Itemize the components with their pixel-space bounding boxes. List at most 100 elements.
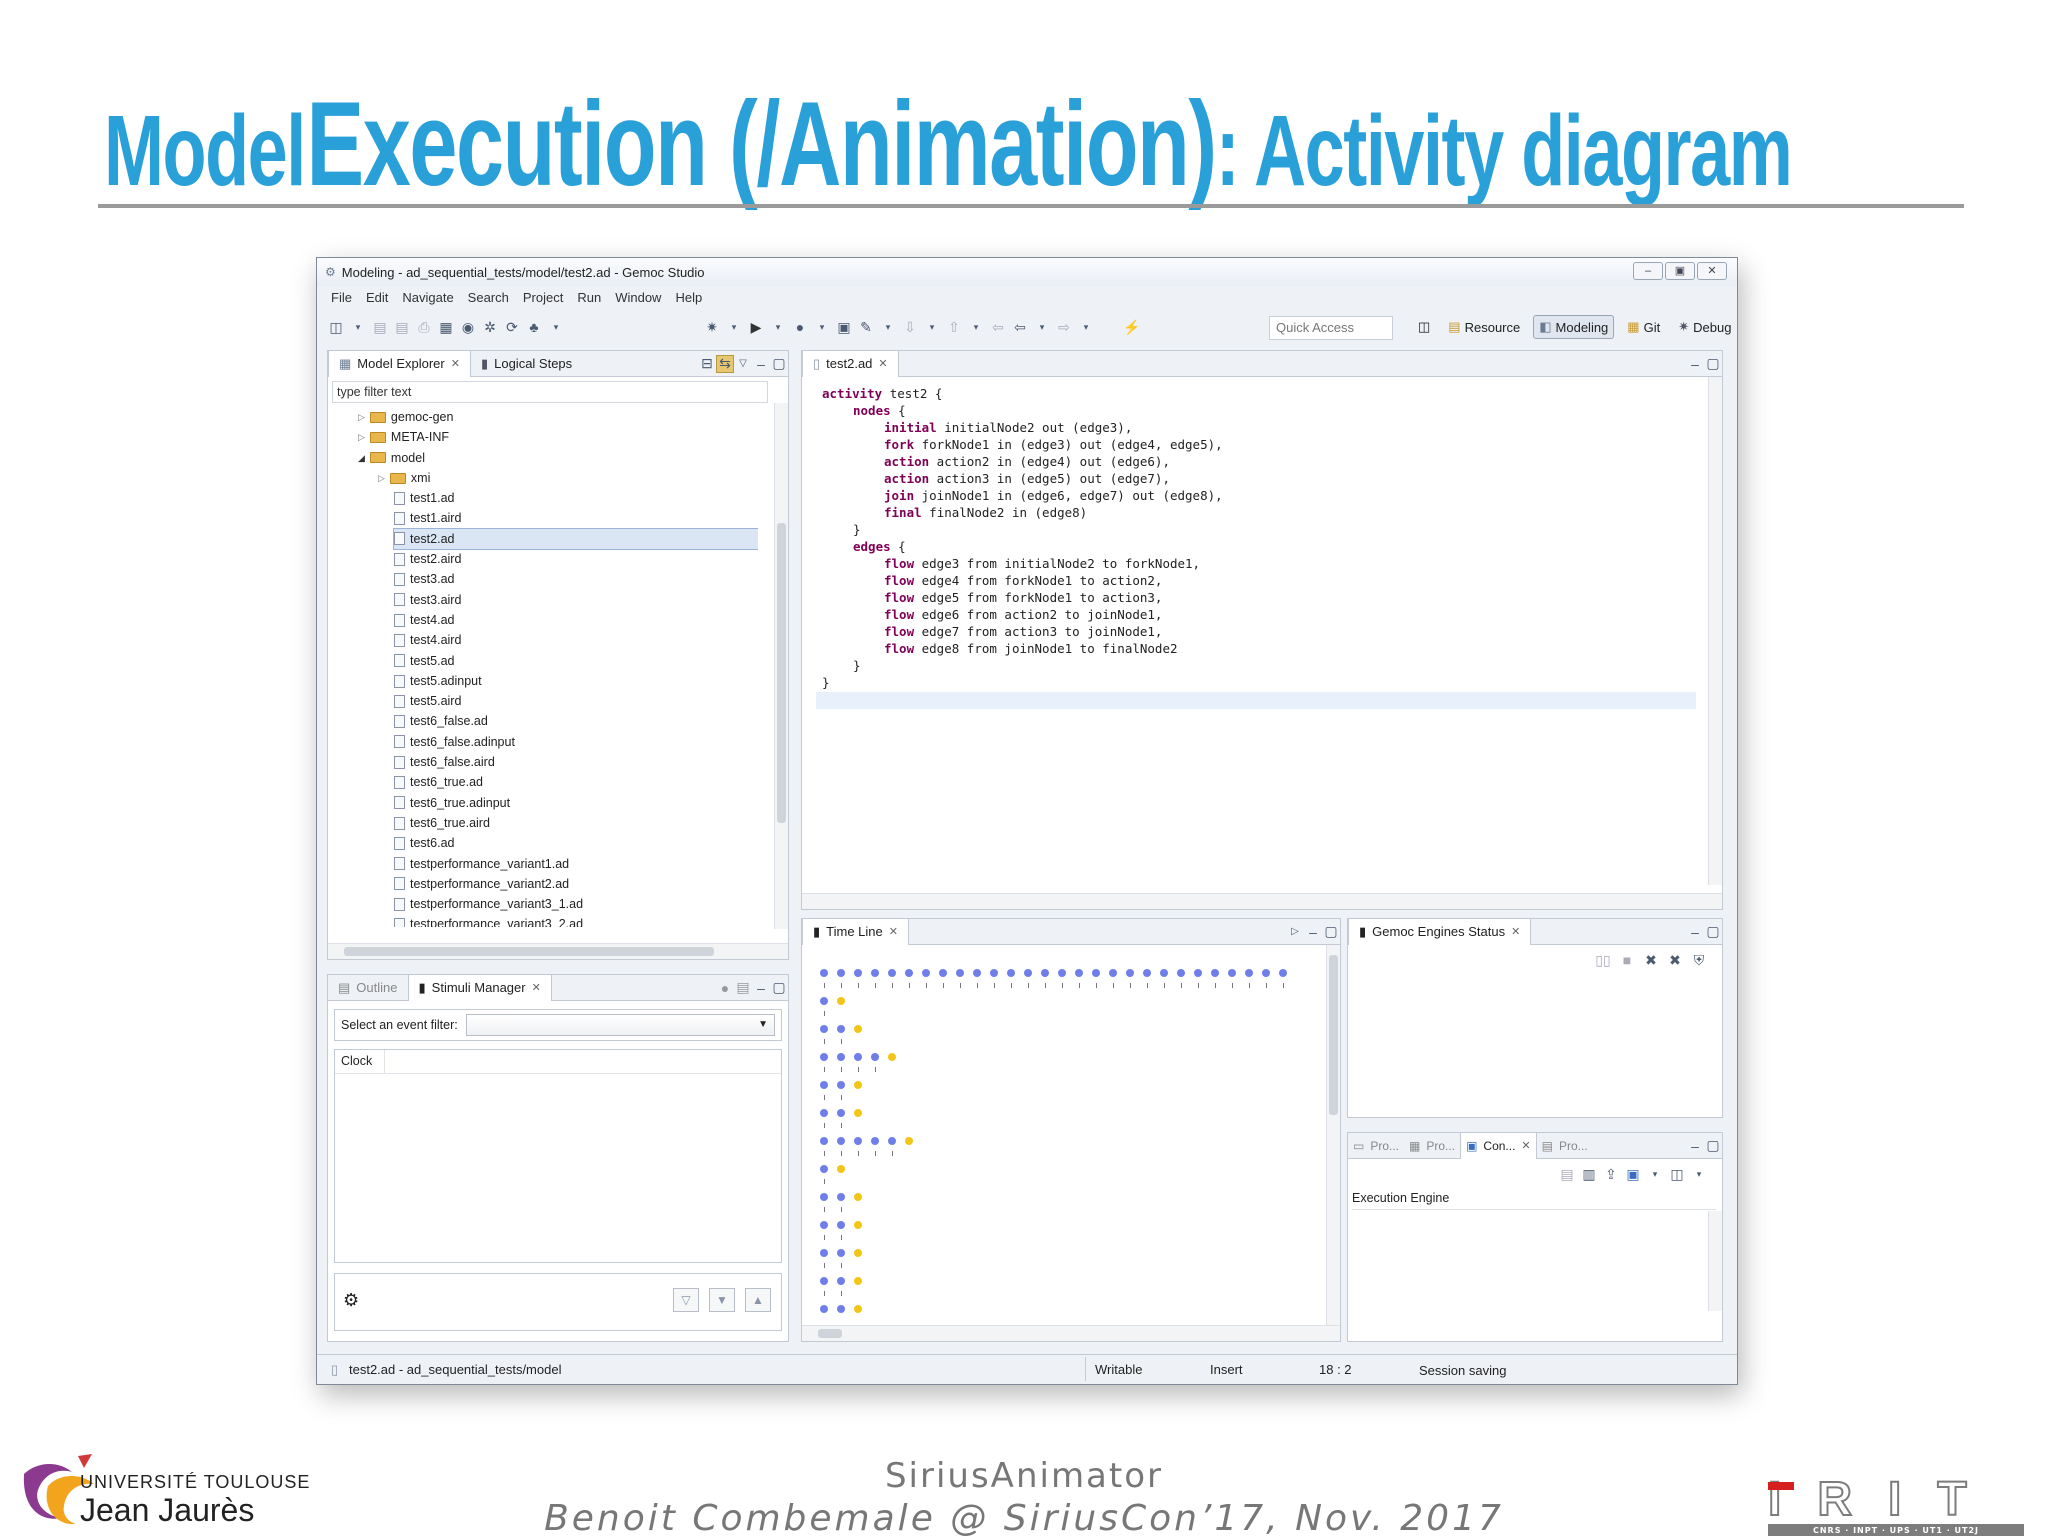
expand-arrow-icon[interactable]: ▷ [378,468,385,488]
tab-model-explorer[interactable]: ▦ Model Explorer ✕ [328,350,471,377]
timeline-choice-dot[interactable] [820,1053,828,1061]
timeline-step-dot[interactable] [1075,969,1083,977]
run-icon[interactable]: ▶ [747,318,765,336]
last-edit-icon[interactable]: ⇦ [989,318,1007,336]
close-button[interactable]: ✕ [1697,262,1727,280]
tree-file[interactable]: test6.ad [394,833,758,853]
quick-access-input[interactable]: Quick Access [1269,316,1393,340]
close-icon[interactable]: ✕ [889,925,898,938]
save-icon[interactable]: ▤ [371,318,389,336]
tree-file[interactable]: test6_false.adinput [394,732,758,752]
tab-test2-ad[interactable]: ▯ test2.ad ✕ [802,350,899,377]
timeline-choice-dot[interactable] [888,1137,896,1145]
tree-file[interactable]: test6_true.aird [394,813,758,833]
team-icon[interactable]: ♣ [525,318,543,336]
save-stimuli-icon[interactable]: ▤ [734,979,752,997]
close-icon[interactable]: ✕ [878,357,887,370]
timeline-step-dot[interactable] [1024,969,1032,977]
perspective-debug[interactable]: ✷ Debug [1673,316,1736,338]
editor-hscrollbar[interactable] [802,893,1722,909]
explorer-hscrollbar[interactable] [328,943,788,959]
timeline-canvas[interactable] [820,969,1320,1317]
tree-file[interactable]: testperformance_variant1.ad [394,854,758,874]
timeline-step-dot[interactable] [888,969,896,977]
dropdown-icon[interactable]: ▾ [813,318,831,336]
tree-file[interactable]: testperformance_variant3_2.ad [394,914,758,927]
timeline-choice-dot[interactable] [854,1053,862,1061]
timeline-choice-dot[interactable] [837,1193,845,1201]
tab-properties-1[interactable]: ▭ Pro... [1348,1133,1404,1159]
timeline-step-dot[interactable] [1109,969,1117,977]
timeline-choice-dot[interactable] [837,1053,845,1061]
dropdown-icon[interactable]: ▾ [1077,318,1095,336]
clear-console-icon[interactable]: ▤ [1558,1165,1576,1183]
minimize-view-icon[interactable]: – [752,355,770,373]
perspective-modeling[interactable]: ◧ Modeling [1533,315,1615,339]
timeline-choice-dot[interactable] [820,1025,828,1033]
timeline-step-dot[interactable] [1007,969,1015,977]
tree-folder-meta-inf[interactable]: ▷ META-INF [358,427,758,447]
sync-icon[interactable]: ⟳ [503,318,521,336]
tree-file[interactable]: test3.ad [394,569,758,589]
expand-arrow-icon[interactable]: ▷ [358,407,365,427]
close-icon[interactable]: ✕ [451,357,460,370]
timeline-step-dot[interactable] [1126,969,1134,977]
maximize-view-icon[interactable]: ▢ [1704,355,1722,373]
settings-icon[interactable]: ✲ [481,318,499,336]
timeline-choice-dot[interactable] [820,1305,828,1313]
timeline-selected-dot[interactable] [854,1109,862,1117]
dropdown-icon[interactable]: ▾ [547,318,565,336]
timeline-choice-dot[interactable] [820,1277,828,1285]
timeline-step-dot[interactable] [1245,969,1253,977]
minimize-view-icon[interactable]: – [1304,923,1322,941]
timeline-step-dot[interactable] [1092,969,1100,977]
timeline-choice-dot[interactable] [871,1053,879,1061]
move-down-button[interactable]: ▼ [709,1288,735,1312]
pen-icon[interactable]: ✎ [857,318,875,336]
scroll-thumb[interactable] [777,523,786,823]
dropdown-icon[interactable]: ▾ [769,318,787,336]
tree-file[interactable]: test5.adinput [394,671,758,691]
timeline-step-dot[interactable] [837,969,845,977]
tree-file[interactable]: test4.aird [394,630,758,650]
wand-icon[interactable]: ⚡ [1123,318,1141,336]
timeline-selected-dot[interactable] [854,1221,862,1229]
tab-progress[interactable]: ▦ Pro... [1404,1133,1460,1159]
timeline-step-dot[interactable] [956,969,964,977]
clock-column-header[interactable]: Clock [335,1050,385,1073]
explorer-vscrollbar[interactable] [774,403,788,929]
move-up-button[interactable]: ▲ [745,1288,771,1312]
dropdown-icon[interactable]: ▾ [1646,1165,1664,1183]
tree-file[interactable]: test5.aird [394,691,758,711]
scroll-thumb[interactable] [344,947,714,956]
terminate-all-icon[interactable]: ✖ [1666,951,1684,969]
view-menu-icon[interactable]: ▽ [734,355,752,373]
print-icon[interactable]: ⎙ [415,318,433,336]
minimize-view-icon[interactable]: – [752,979,770,997]
timeline-selected-dot[interactable] [837,997,845,1005]
scroll-lock-icon[interactable]: ▥ [1580,1165,1598,1183]
open-type-icon[interactable]: ▣ [835,318,853,336]
timeline-step-dot[interactable] [1194,969,1202,977]
menu-search[interactable]: Search [468,290,509,305]
tree-file[interactable]: test6_false.ad [394,711,758,731]
timeline-choice-dot[interactable] [837,1137,845,1145]
globe-icon[interactable]: ◉ [459,318,477,336]
tree-file[interactable]: test1.ad [394,488,758,508]
tab-console[interactable]: ▣ Con... ✕ [1460,1132,1537,1159]
timeline-choice-dot[interactable] [837,1081,845,1089]
tab-time-line[interactable]: ▮ Time Line ✕ [802,918,909,945]
timeline-vscrollbar[interactable] [1326,945,1340,1327]
timeline-selected-dot[interactable] [854,1081,862,1089]
open-perspective-icon[interactable]: ◫ [1413,316,1435,338]
step-down-button[interactable]: ▽ [673,1288,699,1312]
maximize-view-icon[interactable]: ▢ [770,355,788,373]
timeline-selected-dot[interactable] [854,1193,862,1201]
tree-file[interactable]: testperformance_variant3_1.ad [394,894,758,914]
menu-file[interactable]: File [331,290,352,305]
pin-console-icon[interactable]: ⇪ [1602,1165,1620,1183]
minimize-view-icon[interactable]: – [1686,923,1704,941]
shield-icon[interactable]: ⛨ [1690,951,1708,969]
editor-vscrollbar[interactable] [1708,377,1722,885]
tree-file[interactable]: test5.ad [394,651,758,671]
